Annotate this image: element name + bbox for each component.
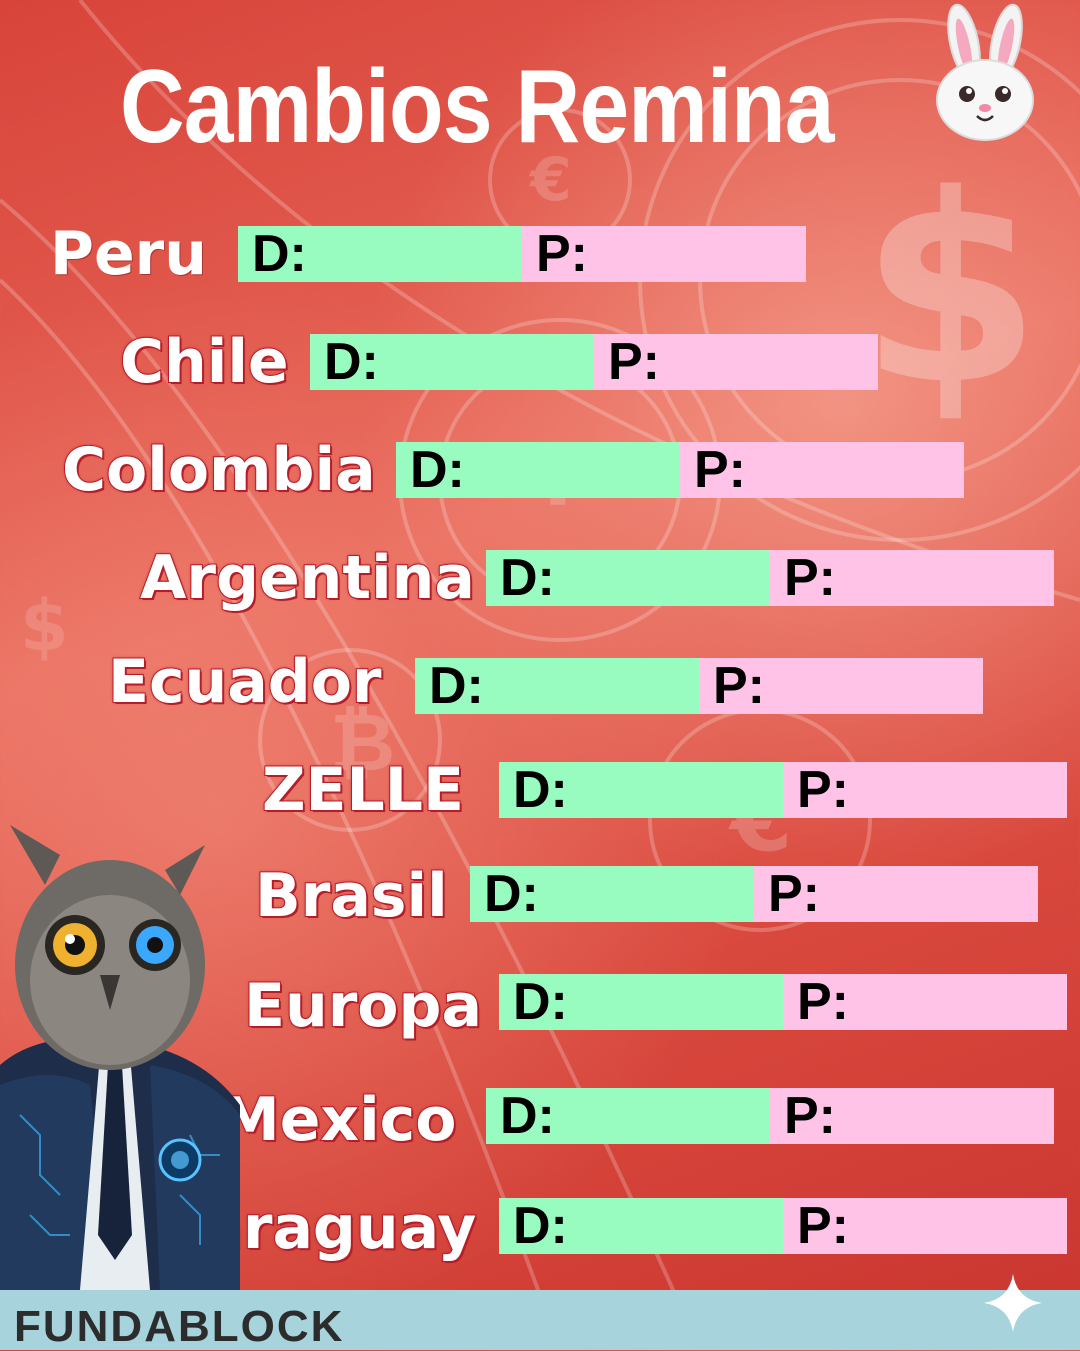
paraguay-p-field[interactable]: P: [783, 1198, 1067, 1254]
country-label-peru: Peru [50, 219, 207, 289]
chile-d-field[interactable]: D: [310, 334, 594, 390]
colombia-p-field[interactable]: P: [680, 442, 964, 498]
zelle-p-field[interactable]: P: [783, 762, 1067, 818]
peru-p-field[interactable]: P: [522, 226, 806, 282]
country-label-europa: Europa [243, 971, 483, 1041]
peru-d-field[interactable]: D: [238, 226, 522, 282]
page-title: Cambios Remina [120, 49, 834, 165]
owl-mascot-illustration [0, 825, 240, 1290]
svg-text:$: $ [20, 585, 69, 667]
europa-d-field[interactable]: D: [499, 974, 783, 1030]
colombia-d-field[interactable]: D: [396, 442, 680, 498]
svg-text:$: $ [860, 140, 1041, 442]
country-label-brasil: Brasil [254, 861, 449, 931]
argentina-p-field[interactable]: P: [770, 550, 1054, 606]
paraguay-d-field[interactable]: D: [499, 1198, 783, 1254]
brasil-p-field[interactable]: P: [754, 866, 1038, 922]
rabbit-face-icon [936, 3, 1034, 141]
sparkle-icon [984, 1274, 1042, 1332]
country-label-mexico: Mexico [219, 1085, 457, 1155]
country-label-argentina: Argentina [139, 543, 476, 613]
brand-logo-text: FUNDABLOCK [14, 1302, 345, 1351]
mexico-d-field[interactable]: D: [486, 1088, 770, 1144]
ecuador-d-field[interactable]: D: [415, 658, 699, 714]
zelle-d-field[interactable]: D: [499, 762, 783, 818]
argentina-d-field[interactable]: D: [486, 550, 770, 606]
brasil-d-field[interactable]: D: [470, 866, 754, 922]
ecuador-p-field[interactable]: P: [699, 658, 983, 714]
chile-p-field[interactable]: P: [594, 334, 878, 390]
country-label-ecuador: Ecuador [107, 647, 383, 717]
country-label-chile: Chile [119, 327, 290, 397]
country-label-zelle: ZELLE [261, 755, 465, 825]
europa-p-field[interactable]: P: [783, 974, 1067, 1030]
mexico-p-field[interactable]: P: [770, 1088, 1054, 1144]
country-label-colombia: Colombia [61, 435, 377, 505]
